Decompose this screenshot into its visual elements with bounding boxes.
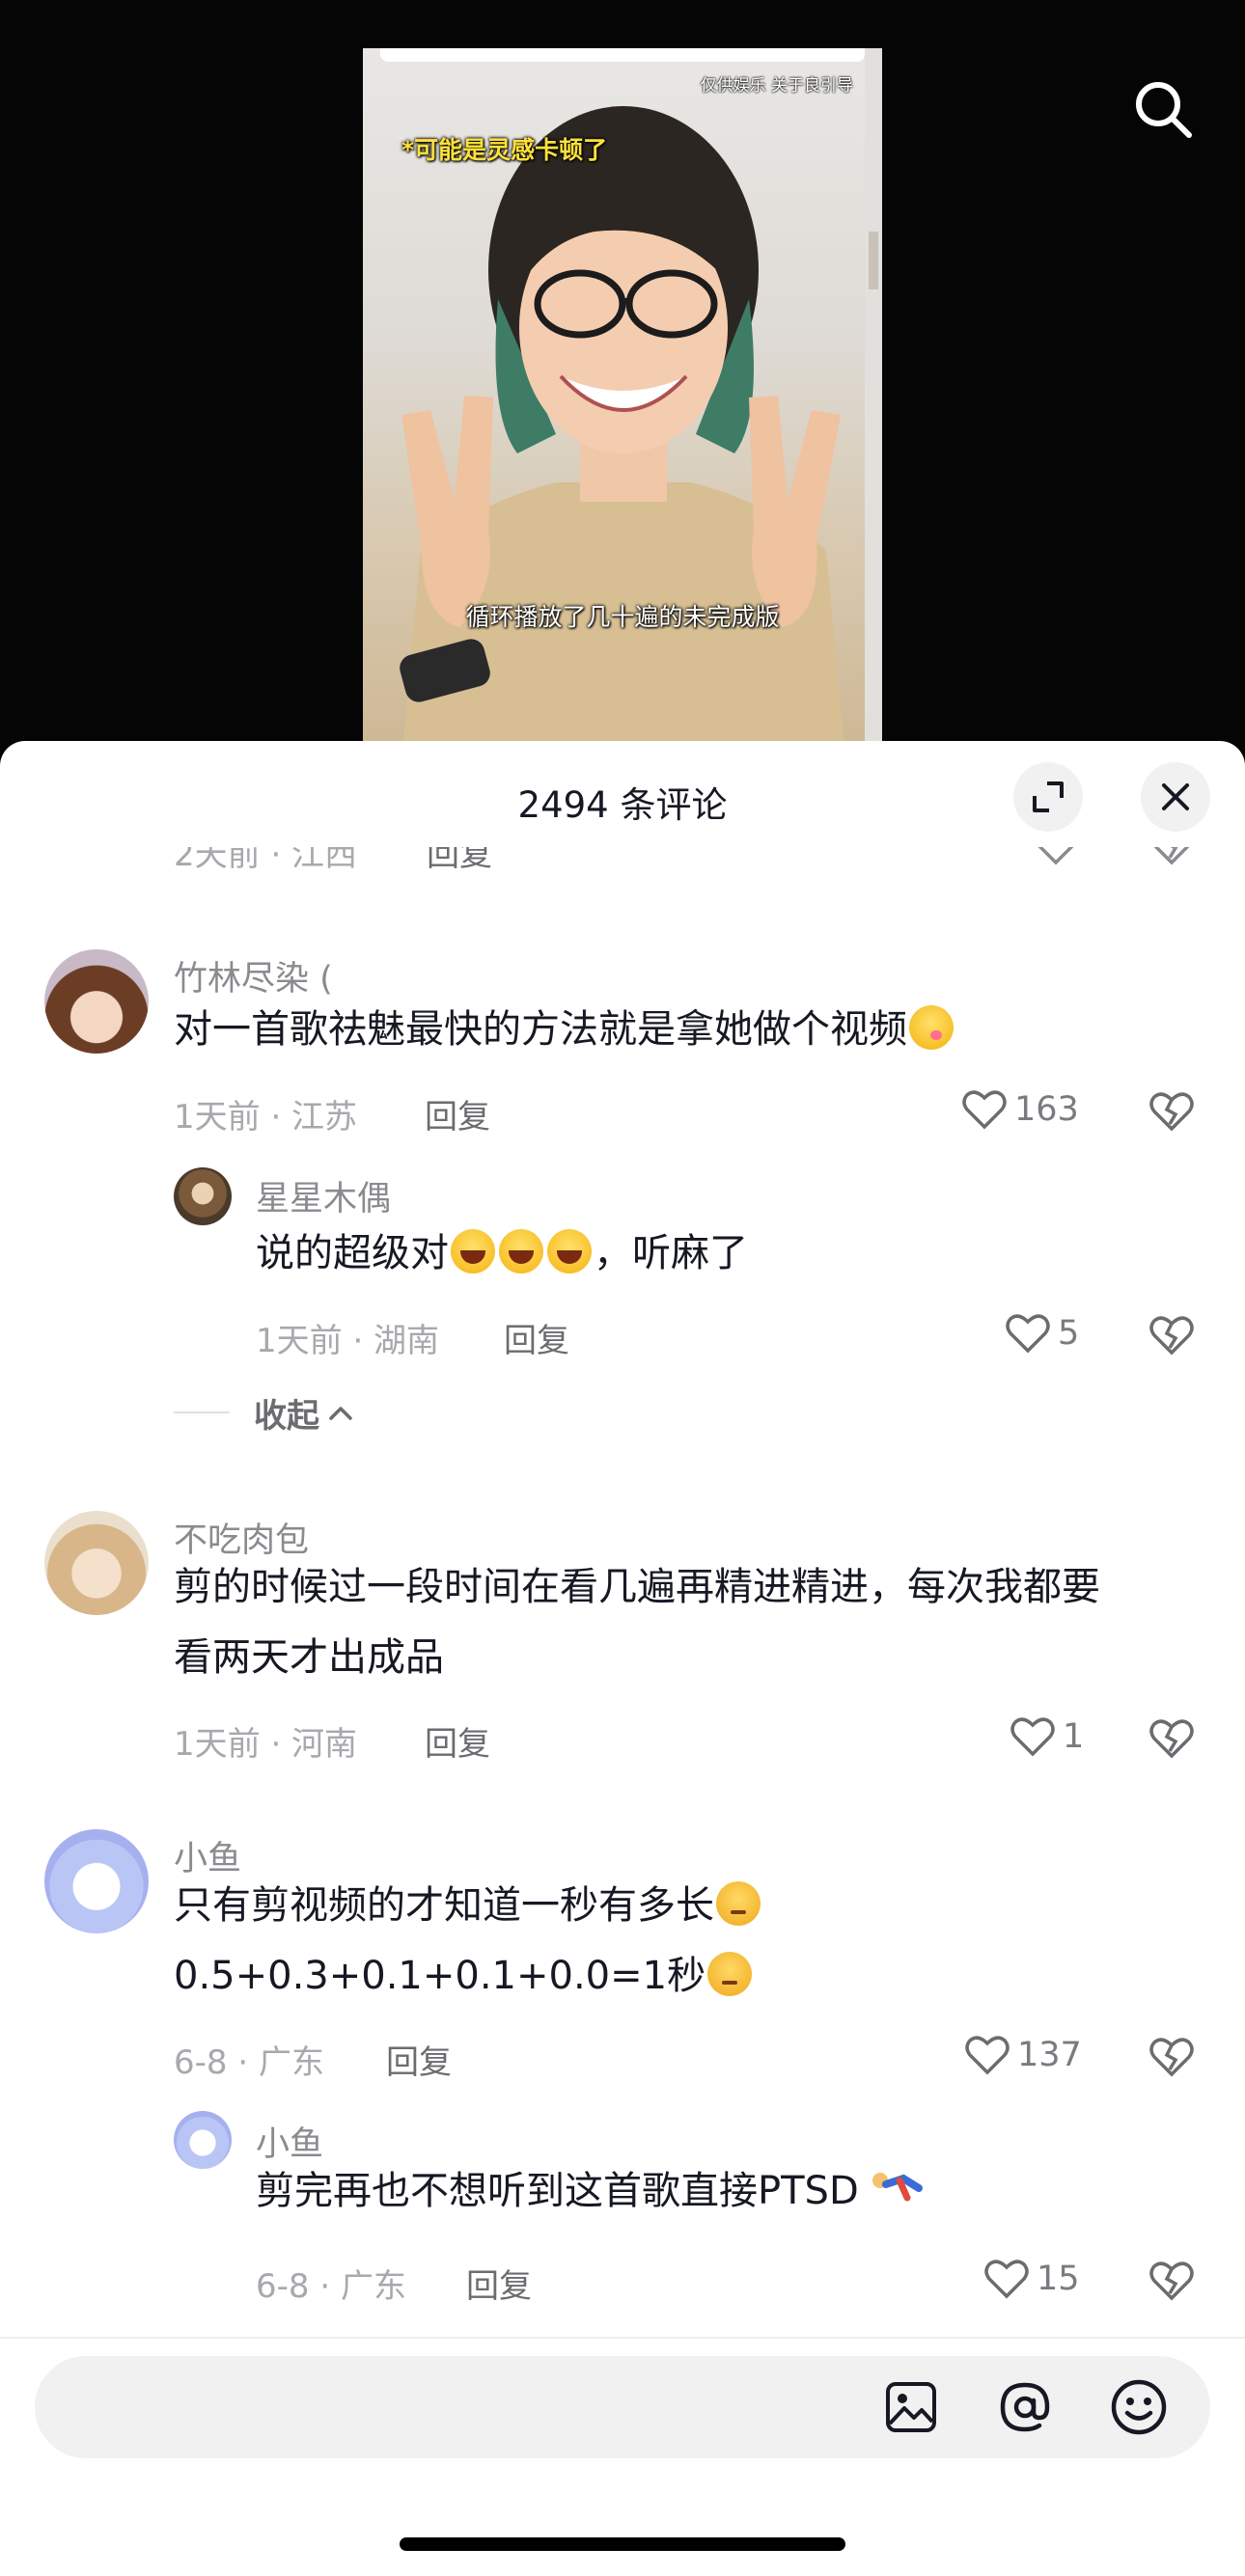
- rolling-laughing-face-emoji: [451, 1229, 495, 1274]
- dislike-icon[interactable]: [1148, 2034, 1195, 2080]
- reply-text: 说的超级对 ，听麻了: [256, 1218, 748, 1289]
- video-caption-top: *可能是灵感卡顿了: [401, 136, 608, 164]
- reply-username[interactable]: 星星木偶: [256, 1171, 391, 1220]
- comment-text: 对一首歌祛魅最快的方法就是拿她做个视频: [174, 994, 955, 1065]
- comment-body: 0.5+0.3+0.1+0.1+0.0=1秒: [174, 1954, 706, 1998]
- video-player[interactable]: 仅供娱乐 关于良引导 *可能是灵感卡顿了 循环播放了几十遍的未完成版: [0, 0, 1245, 762]
- comment-body: 只有剪视频的才知道一秒有多长: [174, 1883, 714, 1928]
- chevron-up-icon: [329, 1406, 352, 1420]
- heart-icon: [984, 2260, 1029, 2299]
- avatar[interactable]: [44, 1511, 149, 1615]
- at-icon: [1000, 2382, 1050, 2432]
- reply-button[interactable]: 回复: [427, 847, 492, 875]
- like-button[interactable]: 163: [960, 1086, 1079, 1133]
- reply-meta: 6-8 · 广东: [256, 2267, 406, 2306]
- like-count: 15: [1037, 2260, 1080, 2298]
- comment-body: 对一首歌祛魅最快的方法就是拿她做个视频: [174, 1007, 907, 1052]
- image-button[interactable]: [874, 2370, 948, 2444]
- rolling-laughing-face-emoji: [499, 1229, 543, 1274]
- emoji-icon: [1111, 2379, 1167, 2435]
- search-button[interactable]: [1127, 73, 1199, 145]
- expand-button[interactable]: [1013, 762, 1083, 832]
- comment-text-line2: 0.5+0.3+0.1+0.1+0.0=1秒: [174, 1940, 754, 2012]
- close-icon: [1162, 783, 1189, 810]
- like-count: 1: [1063, 1717, 1085, 1756]
- comment-text-line1: 剪的时候过一段时间在看几遍再精进精进，每次我都要: [174, 1565, 1100, 1609]
- reply-button[interactable]: 回复: [504, 1314, 569, 1361]
- unamused-face-emoji: [716, 1881, 761, 1926]
- mention-button[interactable]: [988, 2370, 1062, 2444]
- comment-meta: 2天前 · 江西: [174, 847, 358, 874]
- rolling-laughing-face-emoji: [547, 1229, 592, 1274]
- reply-button[interactable]: 回复: [425, 1717, 490, 1765]
- video-caption-bottom: 循环播放了几十遍的未完成版: [465, 603, 780, 631]
- reply-body: 说的超级对: [256, 1231, 449, 1275]
- avatar[interactable]: [174, 1167, 232, 1225]
- unamused-face-emoji: [707, 1952, 753, 1996]
- dislike-icon[interactable]: [1148, 1312, 1195, 1358]
- image-icon: [886, 2382, 936, 2432]
- reply-button[interactable]: 回复: [466, 2260, 532, 2307]
- dislike-icon[interactable]: [1148, 1715, 1195, 1762]
- video-frame[interactable]: 仅供娱乐 关于良引导 *可能是灵感卡顿了 循环播放了几十遍的未完成版: [363, 48, 882, 762]
- heart-icon: [1006, 1314, 1050, 1354]
- comment-meta: 1天前 · 江苏: [174, 1098, 358, 1137]
- search-icon: [1136, 82, 1192, 138]
- avatar[interactable]: [44, 949, 149, 1054]
- like-count: 137: [1017, 2036, 1082, 2074]
- video-watermark: 仅供娱乐 关于良引导: [700, 76, 853, 96]
- dislike-icon[interactable]: [1148, 1088, 1195, 1135]
- reply-button[interactable]: 回复: [386, 2036, 452, 2083]
- comment-meta: 1天前 · 河南: [174, 1725, 358, 1764]
- emoji-button[interactable]: [1102, 2370, 1176, 2444]
- dislike-icon[interactable]: [1148, 847, 1195, 868]
- expand-icon: [1033, 781, 1064, 812]
- comment-list[interactable]: 2天前 · 江西 回复 竹林尽染 ( 对一首歌祛魅最快的方法就是拿她做个视频 1…: [0, 847, 1245, 2333]
- dislike-icon[interactable]: [1148, 2258, 1195, 2304]
- comments-sheet: 2494 条评论 2天前 · 江西 回复 竹林尽染 ( 对一首歌祛魅最快的方法就…: [0, 741, 1245, 2576]
- reply-button[interactable]: 回复: [425, 1090, 490, 1137]
- reply-meta: 1天前 · 湖南: [256, 1322, 440, 1360]
- like-button[interactable]: 1: [1009, 1713, 1084, 1760]
- like-count: 163: [1014, 1090, 1079, 1129]
- collapse-divider: [174, 1411, 230, 1413]
- heart-icon: [965, 2036, 1010, 2075]
- avatar[interactable]: [44, 1829, 149, 1933]
- comment-text-line2: 看两天才出成品: [174, 1635, 444, 1680]
- yum-face-emoji: [909, 1005, 954, 1050]
- like-button[interactable]: 5: [1004, 1310, 1079, 1357]
- avatar[interactable]: [174, 2111, 232, 2169]
- home-indicator: [400, 2537, 845, 2551]
- heart-icon[interactable]: [1033, 847, 1079, 868]
- collapse-label: 收起: [254, 1397, 319, 1436]
- heart-icon: [1010, 1717, 1055, 1757]
- reply-body-suffix: ，听麻了: [594, 1231, 748, 1275]
- like-button[interactable]: 15: [982, 2256, 1080, 2302]
- reply-text: 剪完再也不想听到这首歌直接PTSD: [256, 2155, 925, 2227]
- heart-icon: [962, 1090, 1007, 1130]
- falling-person-emoji: [872, 2173, 924, 2202]
- comment-input[interactable]: [35, 2356, 1210, 2458]
- close-button[interactable]: [1141, 762, 1210, 832]
- reply-body: 剪完再也不想听到这首歌直接PTSD: [256, 2169, 859, 2213]
- collapse-button[interactable]: 收起: [254, 1389, 354, 1437]
- comment-meta: 6-8 · 广东: [174, 2043, 324, 2082]
- comment-text-line1: 只有剪视频的才知道一秒有多长: [174, 1870, 762, 1941]
- input-divider: [0, 2337, 1245, 2339]
- like-button[interactable]: 137: [963, 2032, 1082, 2078]
- like-count: 5: [1058, 1314, 1080, 1353]
